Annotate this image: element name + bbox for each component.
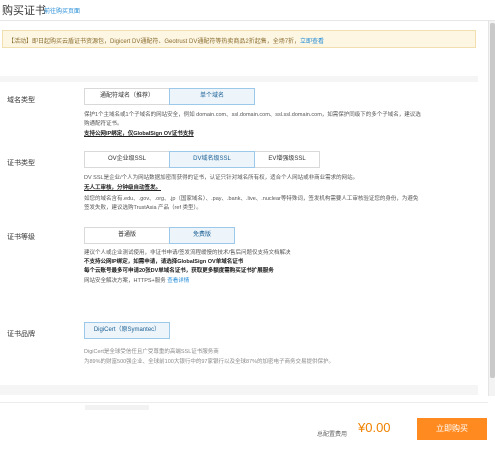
domain-type-desc-2: 购通配符证书。 [84,121,123,127]
cert-type-desc-3: 如您的域名含有.edu、.gov、.org、.jp（国家域名）、.pay、.ba… [84,196,419,202]
cert-brand-desc-2: 为89%的财富500强企业、全球前100大银行中的97家银行以及全球87%的加密… [84,359,334,365]
go-purchase-link[interactable]: 前往购买页面 [44,6,80,15]
cert-level-desc-4: 网站安全解决方案，HTTPS+服务 查看详情 [84,277,189,285]
section-separator-bottom [0,385,478,395]
option-ev-ssl[interactable]: EV增强级SSL [254,151,320,168]
option-single-domain[interactable]: 单个域名 [169,88,255,105]
view-details-link[interactable]: 查看详情 [167,278,189,284]
cert-type-desc-1: DV SSL是企业/个人为网站数据加密而获得的证书，认证只针对域名所有权，适合个… [84,175,359,181]
section-separator [0,76,478,82]
auto-issue-note: 无人工审核，分钟级自动签发。 [84,185,162,191]
option-ov-ssl[interactable]: OV企业级SSL [84,151,170,168]
https-service-text: 网站安全解决方案，HTTPS+服务 [84,278,166,284]
scrollbar-thumb[interactable] [490,23,495,378]
domain-type-desc-1: 保护1个主域名或1个子域名的网站安全，例如 domain.com、ssl.dom… [84,112,421,118]
option-digicert[interactable]: DigiCert（原Symantec） [84,322,170,339]
promotion-body: 【活动】即日起购买云盾证书资源包，Digicert DV通配符、Geotrust… [8,39,301,45]
option-dv-ssl[interactable]: DV域名级SSL [169,151,255,168]
cert-type-desc-2: 无人工审核，分钟级自动签发。 [84,184,161,192]
cert-brand-label: 证书品牌 [7,331,35,338]
view-now-link[interactable]: 立即查看 [300,39,324,45]
cert-brand-desc-1: DigiCert是全球受信任且广受尊重的高端SSL证书服务商 [84,349,219,355]
option-standard-edition[interactable]: 普通版 [84,227,170,244]
cert-level-desc-3: 每个云账号最多可申请20张DV单域名证书，获取更多额度需购买证书扩展服务 [84,268,274,274]
option-wildcard-domain[interactable]: 通配符域名（推荐） [84,88,170,105]
page-header: 购买证书 前往购买页面 [0,0,495,21]
promotion-text: 【活动】即日起购买云盾证书资源包，Digicert DV通配符、Geotrust… [8,36,324,45]
buy-now-button[interactable]: 立即购买 [417,418,487,440]
page-title: 购买证书 [2,5,46,17]
domain-type-label: 域名类型 [7,97,35,104]
domain-type-desc-3: 支持公网IP绑定，仅GlobalSign OV证书支持 [84,130,194,138]
promotion-notice: 【活动】即日起购买云盾证书资源包，Digicert DV通配符、Geotrust… [2,30,476,48]
order-footer: 总配置费用 ¥0.00 立即购买 [0,403,495,451]
cert-level-label: 证书等级 [7,234,35,241]
ip-binding-note: 支持公网IP绑定，仅GlobalSign OV证书支持 [84,131,194,137]
vertical-scrollbar[interactable] [488,21,495,396]
option-free-edition[interactable]: 免费版 [169,227,235,244]
cert-type-label: 证书类型 [7,160,35,167]
total-price: ¥0.00 [358,420,391,435]
total-cost-label: 总配置费用 [317,432,348,438]
cert-level-desc-1: 建议个人或企业测试使用，非证书申请/签发流程缓慢的技术/售后问题仅支持文档解决 [84,250,291,256]
cert-level-desc-2: 不支持公网IP绑定，如需申请，请选择GlobalSign OV单域名证书 [84,259,244,265]
placeholder-block [85,405,149,410]
cert-type-desc-4: 签发失败，建议选购TrustAsia 产品（ref 类型）。 [84,205,202,211]
